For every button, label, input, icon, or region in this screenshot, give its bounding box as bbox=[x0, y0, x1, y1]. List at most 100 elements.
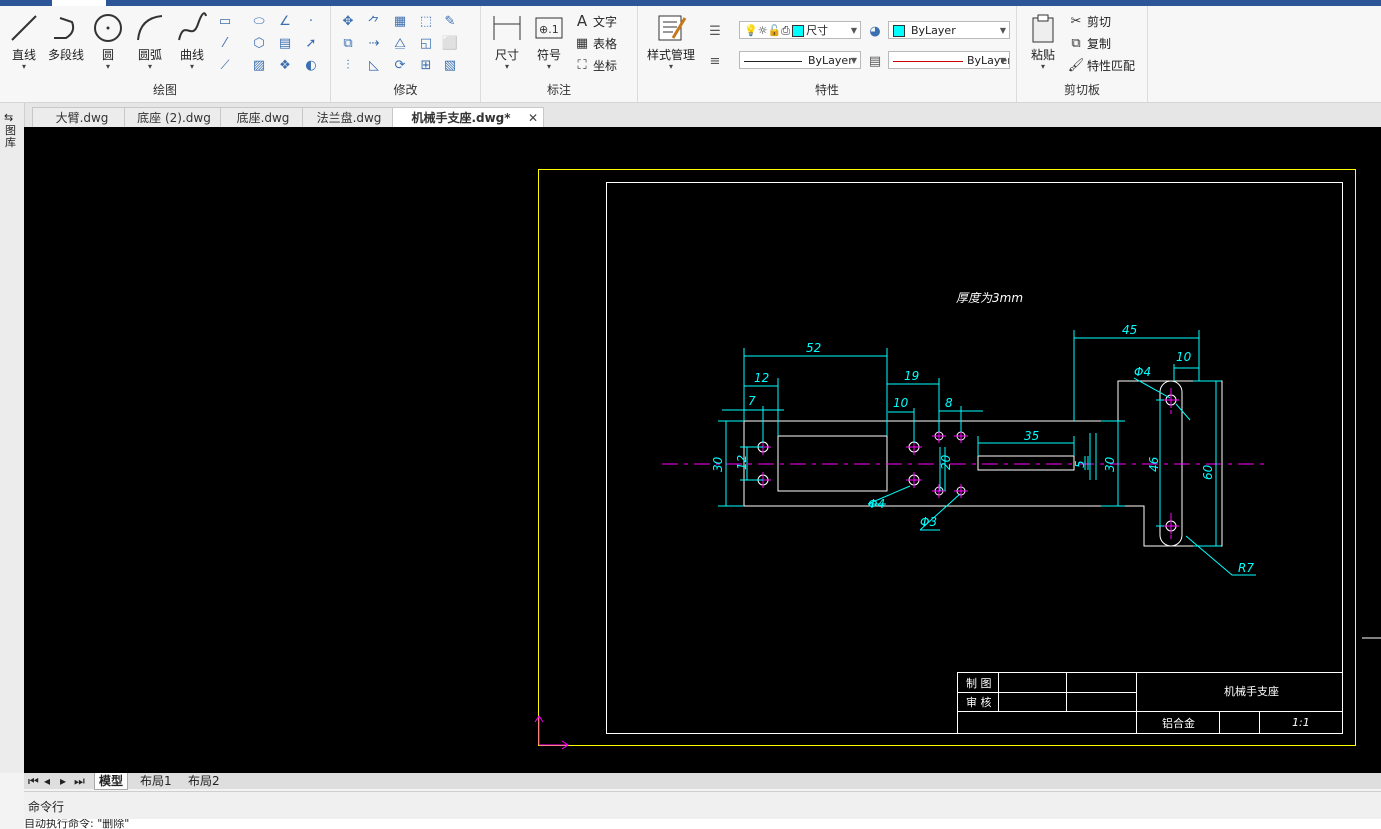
move-icon[interactable]: ✥ bbox=[339, 12, 357, 30]
checked-by-label: 审 核 bbox=[966, 695, 992, 709]
rotate-icon[interactable]: ⟳ bbox=[391, 56, 409, 74]
curve-button[interactable]: 曲线 ▾ bbox=[172, 12, 212, 71]
revision-cloud-icon[interactable]: ⬡ bbox=[250, 34, 268, 52]
dim-phi3: Φ3 bbox=[920, 515, 937, 529]
layer-dropdown[interactable]: 💡☼🔓⎙ 尺寸 ▼ bbox=[739, 21, 861, 39]
construction-line-icon[interactable]: ⁄ bbox=[216, 34, 234, 52]
lineweight-icon[interactable]: ▤ bbox=[866, 52, 884, 70]
file-tab[interactable]: 法兰盘.dwg bbox=[302, 107, 396, 127]
style-manager-button[interactable]: 样式管理 ▾ bbox=[642, 12, 700, 71]
dimension-lines bbox=[718, 330, 1256, 576]
dim-12b: 12 bbox=[735, 455, 749, 470]
chevron-down-icon[interactable]: ▾ bbox=[172, 63, 212, 71]
text-label[interactable]: 文字 bbox=[593, 13, 617, 30]
file-tab[interactable]: 大臂.dwg bbox=[32, 107, 132, 127]
block-icon[interactable]: ▤ bbox=[276, 34, 294, 52]
region-icon[interactable]: ▨ bbox=[250, 56, 268, 74]
chevron-down-icon: ▼ bbox=[850, 26, 857, 35]
library-icon[interactable]: ⇆ bbox=[4, 111, 13, 124]
line-button[interactable]: 直线 ▾ bbox=[4, 12, 44, 71]
dimension-button[interactable]: 尺寸 ▾ bbox=[487, 12, 527, 71]
xline-icon[interactable]: ⟋ bbox=[216, 56, 234, 74]
drawn-by-label: 制 图 bbox=[966, 677, 992, 690]
file-tab[interactable]: 底座 (2).dwg bbox=[124, 107, 224, 127]
trim-icon[interactable]: ⺈ bbox=[365, 12, 383, 31]
tab-layout2[interactable]: 布局2 bbox=[184, 773, 224, 789]
cad-drawing[interactable]: 厚度为3mm 52 12 7 19 10 8 35 45 10 30 12 20… bbox=[24, 127, 1381, 773]
paste-button[interactable]: 粘贴 ▾ bbox=[1023, 12, 1063, 71]
polyline-button[interactable]: 多段线 bbox=[44, 12, 88, 63]
linetype-icon[interactable]: ≡ bbox=[706, 52, 724, 70]
thickness-note: 厚度为3mm bbox=[956, 291, 1023, 305]
scale-icon[interactable]: ◱ bbox=[417, 34, 435, 52]
chevron-down-icon[interactable]: ▾ bbox=[642, 63, 700, 71]
dim-r7: R7 bbox=[1238, 561, 1254, 575]
coordinate-label[interactable]: 坐标 bbox=[593, 57, 617, 74]
cut-label[interactable]: 剪切 bbox=[1087, 13, 1111, 30]
color-wheel-icon[interactable]: ◕ bbox=[866, 22, 884, 40]
ray-icon[interactable]: ➚ bbox=[302, 34, 320, 52]
arc-label: 圆弧 bbox=[137, 48, 162, 62]
point-icon[interactable]: · bbox=[302, 12, 320, 30]
mirror-icon[interactable]: ⧋ bbox=[391, 34, 409, 52]
scissors-icon[interactable]: ✂ bbox=[1067, 12, 1085, 30]
angle-icon[interactable]: ∠ bbox=[276, 12, 294, 30]
group-icon[interactable]: ❖ bbox=[276, 56, 294, 74]
offset-icon[interactable]: ⫶ bbox=[339, 56, 357, 74]
file-tab-label: 底座 (2).dwg bbox=[137, 111, 211, 125]
tab-model[interactable]: 模型 bbox=[94, 773, 129, 790]
close-icon[interactable]: ✕ bbox=[528, 108, 538, 128]
command-history-line[interactable]: 自动执行命令: "删除" bbox=[24, 819, 1381, 829]
dim-45: 45 bbox=[1122, 323, 1137, 337]
extend-icon[interactable]: ⇢ bbox=[365, 34, 383, 52]
file-tab[interactable]: 底座.dwg bbox=[220, 107, 306, 127]
edit-icon[interactable]: ▧ bbox=[441, 56, 459, 74]
match-properties-icon[interactable]: 🖌 bbox=[1067, 56, 1085, 74]
copy-icon[interactable]: ⧉ bbox=[1067, 34, 1085, 52]
dim-20: 20 bbox=[939, 454, 953, 470]
copy-object-icon[interactable]: ⧉ bbox=[339, 34, 357, 52]
line-label: 直线 bbox=[11, 48, 36, 62]
coordinate-icon[interactable]: ⛶ bbox=[573, 56, 591, 74]
table-icon[interactable]: ▦ bbox=[573, 34, 591, 52]
tab-layout1[interactable]: 布局1 bbox=[136, 773, 176, 789]
stretch-icon[interactable]: ⬚ bbox=[417, 12, 435, 30]
draw-group: 直线 ▾ 多段线 圆 ▾ 圆弧 ▾ 曲线 ▾ ▭ ⬭ ∠ · ⁄ ⬡ ▤ ➚ ⟋ bbox=[0, 6, 331, 102]
file-tab-active[interactable]: 机械手支座.dwg* ✕ bbox=[392, 107, 544, 127]
arc-button[interactable]: 圆弧 ▾ bbox=[130, 12, 170, 71]
next-layout-icon[interactable]: ▸ bbox=[56, 773, 70, 789]
join-icon[interactable]: ⊞ bbox=[417, 56, 435, 74]
rectangle-icon[interactable]: ▭ bbox=[216, 12, 234, 30]
last-layout-icon[interactable]: ⏭ bbox=[70, 773, 89, 789]
layer-name: 尺寸 bbox=[806, 24, 829, 37]
chevron-down-icon[interactable]: ▾ bbox=[4, 63, 44, 71]
chevron-down-icon[interactable]: ▾ bbox=[487, 63, 527, 71]
chevron-down-icon[interactable]: ▾ bbox=[130, 63, 170, 71]
scale: 1:1 bbox=[1292, 716, 1310, 729]
fillet-icon[interactable]: ◺ bbox=[365, 56, 383, 74]
array-icon[interactable]: ▦ bbox=[391, 12, 409, 30]
erase-icon[interactable]: ✎ bbox=[441, 12, 459, 30]
drawing-canvas[interactable]: 厚度为3mm 52 12 7 19 10 8 35 45 10 30 12 20… bbox=[24, 127, 1381, 773]
copy-label[interactable]: 复制 bbox=[1087, 35, 1111, 52]
layer-manager-icon[interactable]: ☰ bbox=[706, 22, 724, 40]
linetype-dropdown[interactable]: ByLayer ▼ bbox=[739, 51, 861, 69]
properties-group: 样式管理 ▾ ☰ 💡☼🔓⎙ 尺寸 ▼ ◕ ByLayer ▼ ≡ ByLayer … bbox=[638, 6, 1017, 102]
chevron-down-icon[interactable]: ▾ bbox=[529, 63, 569, 71]
chevron-down-icon[interactable]: ▾ bbox=[1023, 63, 1063, 71]
lineweight-dropdown[interactable]: ByLayer ▼ bbox=[888, 51, 1010, 69]
table-label[interactable]: 表格 bbox=[593, 35, 617, 52]
wipeout-icon[interactable]: ◐ bbox=[302, 56, 320, 74]
color-dropdown[interactable]: ByLayer ▼ bbox=[888, 21, 1010, 39]
lineweight-preview bbox=[893, 60, 963, 62]
circle-button[interactable]: 圆 ▾ bbox=[88, 12, 128, 71]
library-panel-label[interactable]: 图库 bbox=[5, 125, 17, 149]
explode-icon[interactable]: ⬜ bbox=[441, 34, 459, 52]
match-properties-label[interactable]: 特性匹配 bbox=[1087, 57, 1135, 74]
prev-layout-icon[interactable]: ◂ bbox=[40, 773, 54, 789]
symbol-button[interactable]: ⊕.1 符号 ▾ bbox=[529, 12, 569, 71]
chevron-down-icon[interactable]: ▾ bbox=[88, 63, 128, 71]
text-icon[interactable]: A bbox=[573, 12, 591, 30]
sun-icon: ☼ bbox=[757, 24, 768, 37]
ellipse-icon[interactable]: ⬭ bbox=[250, 12, 268, 30]
